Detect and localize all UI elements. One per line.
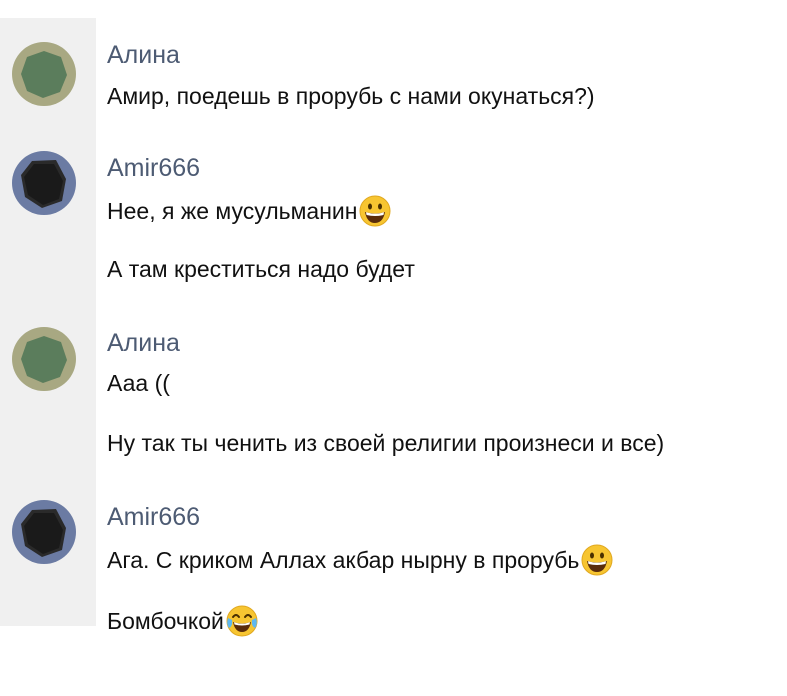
message-text: А там креститься надо будет — [107, 256, 415, 282]
author-name[interactable]: Алина — [107, 329, 180, 358]
tears-of-joy-icon — [226, 605, 258, 637]
avatar-dark-icon — [12, 151, 76, 215]
avatar-green-icon — [12, 42, 76, 106]
message-text: Ааа (( — [107, 370, 170, 396]
message-text: Амир, поедешь в прорубь с нами окунаться… — [107, 83, 595, 109]
message-text-content: Ага. С криком Аллах акбар нырну в проруб… — [107, 547, 580, 573]
avatar[interactable] — [12, 42, 76, 106]
message-text: Ага. С криком Аллах акбар нырну в проруб… — [107, 543, 614, 577]
avatar[interactable] — [12, 151, 76, 215]
grinning-face-icon — [581, 544, 613, 576]
avatar-dark-icon — [12, 500, 76, 564]
message-text: Ну так ты ченить из своей религии произн… — [107, 430, 665, 456]
message-text: Нее, я же мусульманин — [107, 194, 392, 228]
avatar[interactable] — [12, 500, 76, 564]
author-name[interactable]: Amir666 — [107, 503, 200, 532]
grinning-face-icon — [359, 195, 391, 227]
author-name[interactable]: Amir666 — [107, 154, 200, 183]
author-name[interactable]: Алина — [107, 41, 180, 70]
avatar[interactable] — [12, 327, 76, 391]
message-text: Бомбочкой — [107, 604, 259, 638]
message-text-content: Нее, я же мусульманин — [107, 198, 358, 224]
chat-history: Алина Амир, поедешь в прорубь с нами оку… — [0, 0, 787, 696]
message-text-content: Бомбочкой — [107, 608, 224, 634]
avatar-green-icon — [12, 327, 76, 391]
